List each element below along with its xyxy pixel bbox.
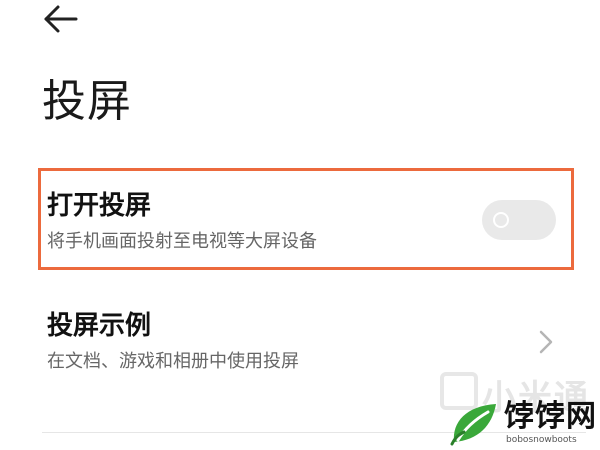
logo-name: 饽饽网: [504, 399, 597, 434]
chevron-right-icon: [539, 330, 553, 354]
back-button[interactable]: [38, 0, 82, 38]
cast-toggle-row[interactable]: 打开投屏 将手机画面投射至电视等大屏设备: [40, 168, 576, 270]
cast-examples-subtitle: 在文档、游戏和相册中使用投屏: [47, 351, 299, 372]
leaf-logo-icon: [450, 404, 496, 446]
toggle-knob: [493, 212, 509, 228]
arrow-left-icon: [44, 5, 78, 33]
cast-examples-title: 投屏示例: [47, 311, 152, 341]
cast-settings-screen: 投屏 打开投屏 将手机画面投射至电视等大屏设备 投屏示例 在文档、游戏和相册中使…: [0, 0, 600, 450]
cast-toggle-title: 打开投屏: [47, 191, 152, 221]
cast-toggle-switch[interactable]: [482, 200, 556, 240]
page-title: 投屏: [42, 76, 132, 127]
logo-domain: bobosnowboots: [506, 435, 577, 445]
site-logo: 饽饽网 bobosnowboots: [448, 396, 600, 450]
cast-toggle-subtitle: 将手机画面投射至电视等大屏设备: [47, 231, 317, 252]
